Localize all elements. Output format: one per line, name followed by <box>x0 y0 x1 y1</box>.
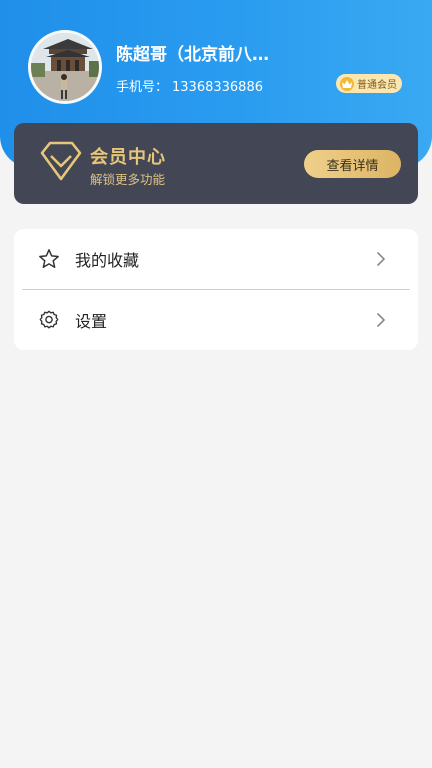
vip-subtitle: 解锁更多功能 <box>90 172 166 187</box>
phone-value: 13368336886 <box>172 80 263 95</box>
menu-label-favorites: 我的收藏 <box>75 251 140 270</box>
chevron-right-icon <box>377 313 385 327</box>
star-icon <box>39 249 59 268</box>
gear-icon <box>39 310 59 329</box>
chevron-right-icon <box>377 252 385 266</box>
vip-card[interactable]: 会员中心 解锁更多功能 查看详情 <box>14 123 418 204</box>
crown-icon <box>340 76 354 91</box>
member-badge[interactable]: 普通会员 <box>336 74 402 93</box>
phone-row: 手机号： 13368336886 <box>116 76 263 95</box>
view-details-button[interactable]: 查看详情 <box>304 150 401 178</box>
menu-label-settings: 设置 <box>75 312 108 331</box>
avatar-image <box>31 33 99 101</box>
menu-item-settings[interactable]: 设置 <box>14 290 418 350</box>
avatar[interactable] <box>28 30 102 104</box>
menu-card: 我的收藏 设置 <box>14 229 418 350</box>
menu-item-favorites[interactable]: 我的收藏 <box>14 229 418 289</box>
diamond-icon <box>40 141 82 181</box>
vip-title: 会员中心 <box>90 147 166 168</box>
phone-label: 手机号： <box>116 80 169 95</box>
user-name: 陈超哥（北京前八… <box>116 45 269 65</box>
member-badge-label: 普通会员 <box>357 80 397 91</box>
